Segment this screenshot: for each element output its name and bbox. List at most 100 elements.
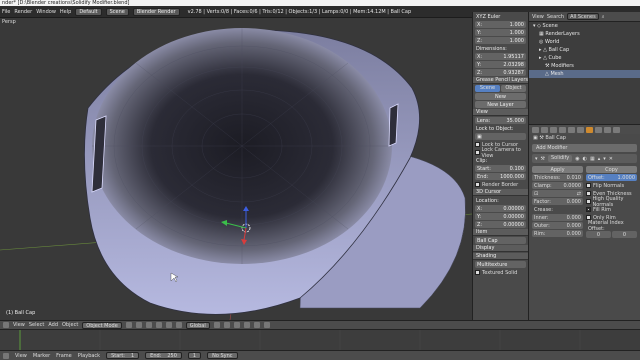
sync-select[interactable]: No Sync — [207, 352, 238, 359]
display-header[interactable]: Display — [473, 245, 528, 252]
translate-icon[interactable] — [155, 322, 162, 328]
shading-header[interactable]: Shading — [473, 253, 528, 260]
outliner-item-ball-cap[interactable]: ▸ △ Ball Cap — [529, 46, 640, 54]
render-border-checkbox[interactable]: Render Border — [475, 181, 526, 188]
rotation-z-field[interactable]: Z: 1.000 — [475, 37, 526, 44]
pivot-icon[interactable] — [135, 322, 142, 328]
high-quality-normals-checkbox[interactable]: High Quality Normals — [586, 196, 637, 208]
object-tab-icon[interactable] — [568, 126, 575, 133]
cursor-header[interactable]: 3D Cursor — [473, 189, 528, 196]
rotation-y-field[interactable]: Y: 1.000 — [475, 29, 526, 36]
outliner-item-mesh[interactable]: △ Mesh — [529, 70, 640, 78]
lock-object-field[interactable]: ▣ — [475, 133, 526, 140]
gp-scene-tab[interactable]: Scene — [475, 85, 500, 92]
layer-icon[interactable] — [243, 322, 250, 328]
move-down-icon[interactable]: ▾ — [603, 156, 606, 162]
clip-end-field[interactable]: End: 1000.000 — [475, 173, 526, 180]
dimension-z-field[interactable]: Z: 0.93287 — [475, 69, 526, 76]
menu-view[interactable]: View — [15, 353, 27, 359]
menu-frame[interactable]: Frame — [56, 353, 72, 359]
cursor-z-field[interactable]: Z: 0.00000 — [475, 221, 526, 228]
render-tab-icon[interactable] — [532, 126, 539, 133]
menu-playback[interactable]: Playback — [78, 353, 100, 359]
outer-field[interactable]: Outer: 0.000 — [532, 222, 583, 229]
cursor-x-field[interactable]: X: 0.00000 — [475, 205, 526, 212]
grease-pencil-header[interactable]: Grease Pencil Layers — [473, 77, 528, 84]
cursor-y-field[interactable]: Y: 0.00000 — [475, 213, 526, 220]
outliner-view-menu[interactable]: View — [532, 14, 544, 20]
move-up-icon[interactable]: ▴ — [598, 156, 601, 162]
copy-button[interactable]: Copy — [586, 166, 637, 173]
apply-button[interactable]: Apply — [532, 166, 583, 173]
material-tab-icon[interactable] — [604, 126, 611, 133]
clamp-field[interactable]: Clamp: 0.0000 — [532, 182, 583, 189]
rotation-mode[interactable]: XYZ Euler — [475, 13, 526, 20]
menu-render[interactable]: Render — [14, 9, 32, 15]
inner-field[interactable]: Inner: 0.000 — [532, 214, 583, 221]
menu-view[interactable]: View — [13, 322, 25, 328]
orientation-select[interactable]: Global — [185, 321, 210, 329]
snap-icon[interactable] — [253, 322, 260, 328]
end-frame-field[interactable]: End: 250 — [145, 352, 182, 359]
shading-icon[interactable] — [125, 322, 132, 328]
modifier-name-field[interactable]: Solidify — [548, 155, 573, 162]
world-tab-icon[interactable] — [559, 126, 566, 133]
scale-icon[interactable] — [175, 322, 182, 328]
editor-type-icon[interactable] — [3, 352, 9, 359]
3d-viewport[interactable]: Persp (1) Ball Cap — [0, 18, 472, 320]
constraints-tab-icon[interactable] — [577, 126, 584, 133]
scene-tab-icon[interactable] — [550, 126, 557, 133]
material-offset-b[interactable]: 0 — [612, 231, 637, 238]
layers-tab-icon[interactable] — [541, 126, 548, 133]
outliner-item-renderlayers[interactable]: ▦ RenderLayers — [529, 30, 640, 38]
current-frame-field[interactable]: 1 — [187, 352, 202, 359]
outliner-item-modifiers[interactable]: ⚒ Modifiers — [529, 62, 640, 70]
gp-object-tab[interactable]: Object — [501, 85, 526, 92]
layer-icon[interactable] — [213, 322, 220, 328]
textured-solid-checkbox[interactable]: Textured Solid — [475, 269, 526, 276]
editmode-toggle-icon[interactable]: ▦ — [590, 156, 595, 162]
render-icon[interactable] — [263, 322, 270, 328]
data-tab-icon[interactable] — [595, 126, 602, 133]
viewport-toggle-icon[interactable]: ◐ — [583, 156, 587, 162]
timeline[interactable] — [0, 329, 640, 351]
add-modifier-button[interactable]: Add Modifier — [532, 144, 637, 152]
rotation-x-field[interactable]: X: 1.000 — [475, 21, 526, 28]
new-layer-button[interactable]: New Layer — [475, 101, 526, 108]
flip-normals-checkbox[interactable]: Flip Normals — [586, 182, 637, 189]
lock-camera-checkbox[interactable]: Lock Camera to View — [475, 147, 526, 159]
menu-help[interactable]: Help — [60, 9, 71, 15]
menu-select[interactable]: Select — [29, 322, 44, 328]
shading-select[interactable]: Multitexture — [475, 261, 526, 268]
outliner-item-scene[interactable]: ▾ ◇ Scene — [529, 22, 640, 30]
layer-icon[interactable] — [223, 322, 230, 328]
layer-icon[interactable] — [233, 322, 240, 328]
dimension-x-field[interactable]: X: 1.95117 — [475, 53, 526, 60]
material-offset-a[interactable]: 0 — [586, 231, 611, 238]
rotate-icon[interactable] — [165, 322, 172, 328]
editor-type-icon[interactable] — [3, 322, 9, 328]
dimension-y-field[interactable]: Y: 2.03298 — [475, 61, 526, 68]
texture-tab-icon[interactable] — [613, 126, 620, 133]
engine-select[interactable]: Blender Render — [132, 7, 180, 16]
start-frame-field[interactable]: Start: 1 — [106, 352, 140, 359]
item-header[interactable]: Item — [473, 229, 528, 236]
lens-field[interactable]: Lens: 35.000 — [475, 117, 526, 124]
gp-new-button[interactable]: New — [475, 93, 526, 100]
thickness-field[interactable]: Thickness: 0.010 — [532, 174, 583, 181]
render-toggle-icon[interactable]: ◉ — [575, 156, 579, 162]
view-header[interactable]: View — [473, 109, 528, 116]
offset-field[interactable]: Offset: 1.0000 — [586, 174, 637, 181]
item-name-field[interactable]: Ball Cap — [475, 237, 526, 244]
mode-select[interactable]: Object Mode — [82, 321, 122, 329]
manipulator-icon[interactable] — [145, 322, 152, 328]
menu-add[interactable]: Add — [48, 322, 58, 328]
vertex-group-field[interactable]: ⊡ ⇄ — [532, 190, 583, 197]
rim-field[interactable]: Rim: 0.000 — [532, 230, 583, 237]
menu-object[interactable]: Object — [62, 322, 78, 328]
layout-select[interactable]: Default — [75, 7, 102, 16]
menu-marker[interactable]: Marker — [33, 353, 50, 359]
menu-file[interactable]: File — [2, 9, 10, 15]
collapse-icon[interactable]: ▾ — [535, 156, 538, 162]
modifiers-tab-icon[interactable] — [586, 126, 593, 133]
